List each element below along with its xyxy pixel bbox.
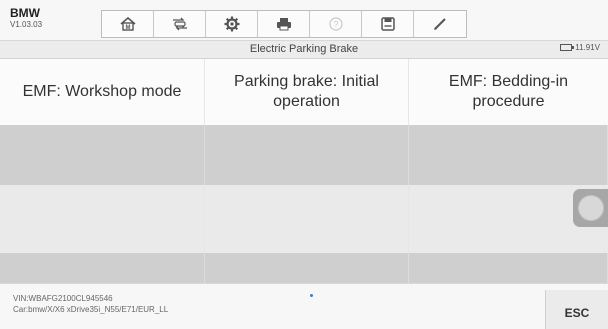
help-icon: ? [328,17,343,31]
toolbar-buttons: M ? [101,10,467,38]
battery-voltage: 11.91V [575,43,600,52]
empty-row [0,253,608,283]
battery-status: 11.91V [560,43,600,52]
empty-row [0,185,608,253]
save-button[interactable] [362,11,414,37]
print-button[interactable] [258,11,310,37]
menu-row: EMF: Workshop mode Parking brake: Initia… [0,59,608,125]
empty-cell [409,125,608,185]
empty-cell [205,253,409,283]
vehicle-swap-icon [171,17,189,31]
vin-text: VIN:WBAFG2100CL945546 [13,294,113,303]
menu-item-initial-operation[interactable]: Parking brake: Initial operation [205,59,409,125]
footer-bar: VIN:WBAFG2100CL945546 Car:bmw/X/X6 xDriv… [0,283,608,329]
empty-cell [409,253,608,283]
car-text: Car:bmw/X/X6 xDrive35i_N55/E71/EUR_LL [13,305,169,314]
home-button[interactable]: M [102,11,154,37]
settings-button[interactable] [206,11,258,37]
title-bar: Electric Parking Brake 11.91V [0,41,608,59]
menu-item-bedding-in[interactable]: EMF: Bedding-in procedure [409,59,608,125]
empty-cell [0,125,205,185]
battery-icon [560,44,575,51]
print-icon [276,17,292,31]
menu-item-workshop-mode[interactable]: EMF: Workshop mode [0,59,205,125]
pen-icon [433,17,447,31]
save-icon [380,17,395,31]
empty-cell [0,253,205,283]
assistive-knob-icon [578,195,604,221]
empty-row [0,125,608,185]
app-name: BMW [10,6,40,20]
menu-item-label: EMF: Workshop mode [22,83,182,100]
function-menu: EMF: Workshop mode Parking brake: Initia… [0,59,608,283]
svg-text:M: M [125,25,130,31]
vehicle-info: VIN:WBAFG2100CL945546 Car:bmw/X/X6 xDriv… [13,293,168,315]
brand-block: BMW V1.03.03 [10,6,43,30]
floating-assistive-button[interactable] [573,189,608,227]
home-icon: M [119,17,136,31]
top-toolbar: BMW V1.03.03 M ? [0,0,608,41]
empty-cell [205,125,409,185]
esc-button[interactable]: ESC [545,290,608,329]
help-button[interactable]: ? [310,11,362,37]
menu-item-label: EMF: Bedding-in procedure [448,73,569,110]
menu-item-label: Parking brake: Initial operation [234,73,379,110]
settings-gear-icon [224,16,240,32]
page-indicator-dot [310,294,313,297]
empty-cell [205,185,409,253]
vehicle-swap-button[interactable] [154,11,206,37]
edit-button[interactable] [414,11,466,37]
app-version: V1.03.03 [10,20,43,29]
svg-text:?: ? [333,20,338,30]
page-title: Electric Parking Brake [249,43,359,55]
empty-cell [0,185,205,253]
